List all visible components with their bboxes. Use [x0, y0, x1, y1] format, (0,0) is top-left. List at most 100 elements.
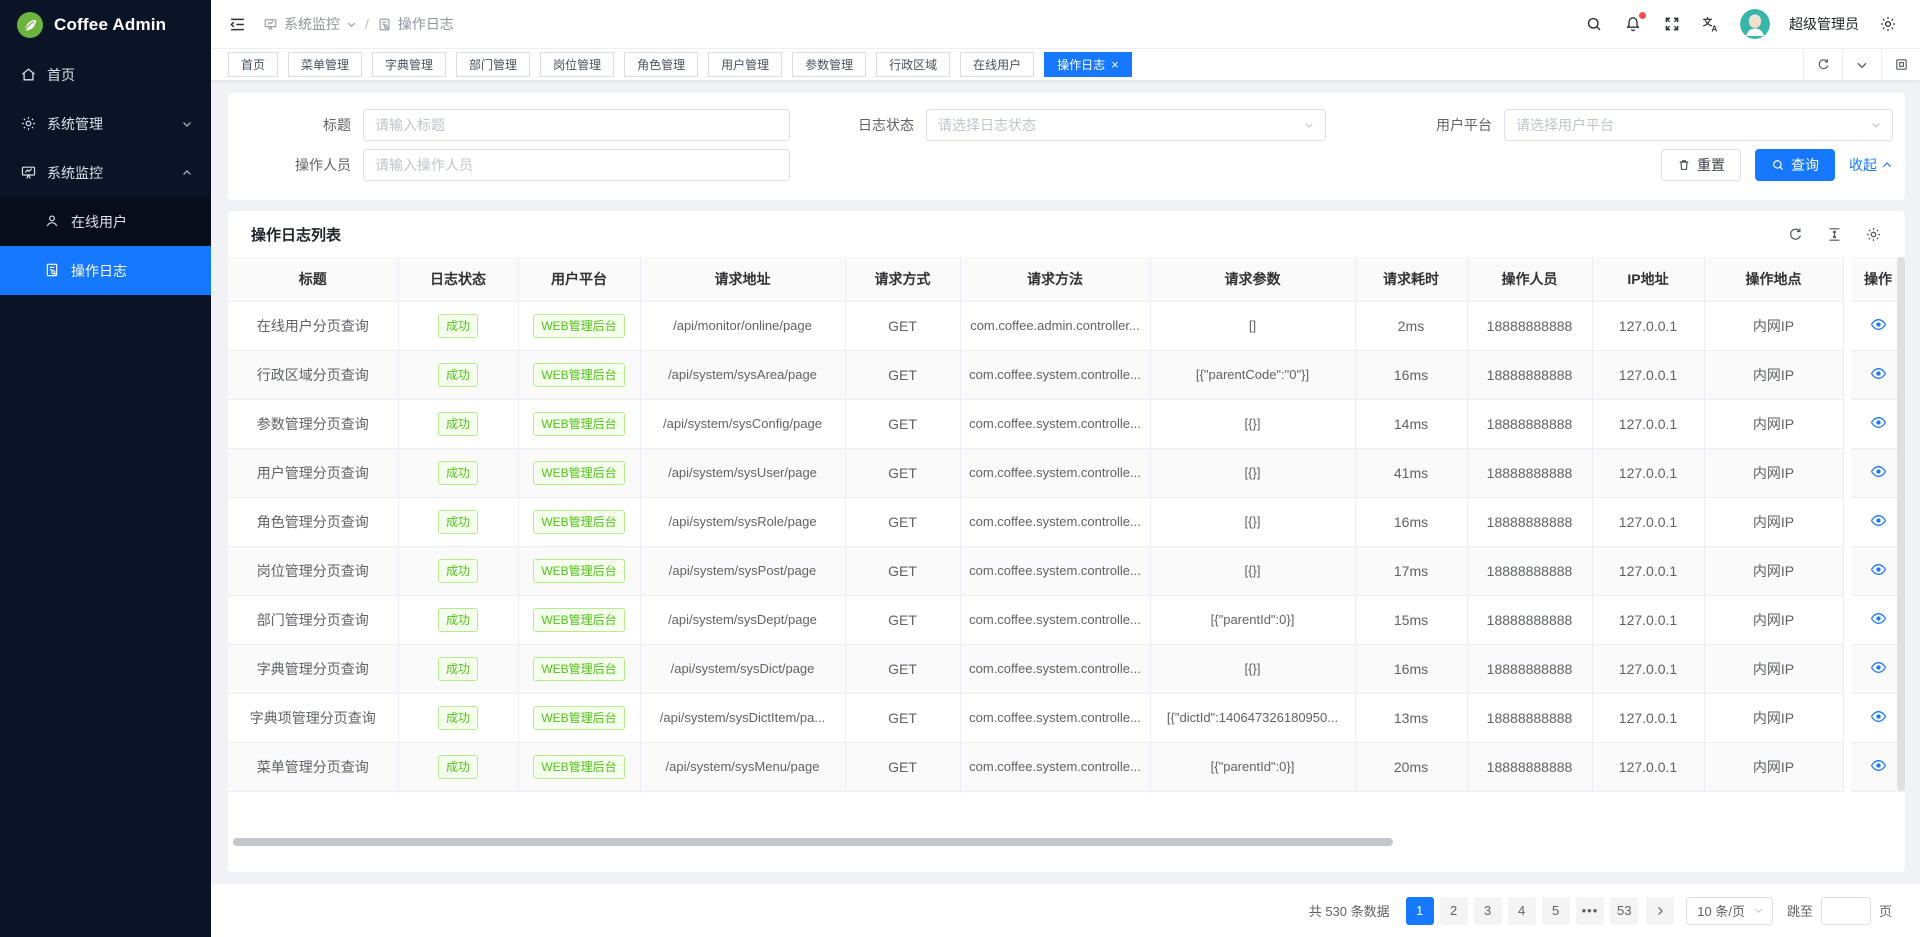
- tab-close-icon[interactable]: ×: [1111, 58, 1119, 71]
- cell-method: com.coffee.system.controlle...: [960, 595, 1150, 644]
- horizontal-scrollbar-thumb[interactable]: [233, 838, 1393, 846]
- view-icon[interactable]: [1870, 316, 1887, 333]
- tab-item[interactable]: 字典管理: [372, 52, 446, 77]
- cell-method: com.coffee.admin.controller...: [960, 301, 1150, 350]
- translate-icon[interactable]: 文A: [1701, 14, 1721, 34]
- page-button[interactable]: 5: [1542, 897, 1570, 925]
- tab-bar-tabs: 首页菜单管理字典管理部门管理岗位管理角色管理用户管理参数管理行政区域在线用户操作…: [228, 49, 1803, 80]
- page-button[interactable]: 2: [1440, 897, 1468, 925]
- breadcrumb: 系统监控 / 操作日志: [263, 14, 454, 34]
- tab-item[interactable]: 用户管理: [708, 52, 782, 77]
- cell-ip: 127.0.0.1: [1592, 644, 1704, 693]
- view-icon[interactable]: [1870, 708, 1887, 725]
- next-page-button[interactable]: [1646, 897, 1674, 925]
- user-name[interactable]: 超级管理员: [1789, 14, 1859, 34]
- tab-item[interactable]: 首页: [228, 52, 278, 77]
- cell-title: 行政区域分页查询: [228, 350, 398, 399]
- cell-status: 成功: [398, 742, 518, 791]
- page-button[interactable]: 1: [1406, 897, 1434, 925]
- tab-item[interactable]: 行政区域: [876, 52, 950, 77]
- tab-item[interactable]: 参数管理: [792, 52, 866, 77]
- tab-item[interactable]: 操作日志×: [1044, 52, 1132, 77]
- gear-icon[interactable]: [1878, 14, 1898, 34]
- search-icon: [1771, 158, 1785, 172]
- refresh-icon[interactable]: [1803, 49, 1842, 80]
- svg-text:A: A: [1711, 24, 1717, 33]
- cell-location: 内网IP: [1704, 399, 1843, 448]
- search-form-card: 标题 日志状态 请选择日志状态 用户平台 请选择用户平台: [228, 93, 1905, 200]
- collapse-filters-link[interactable]: 收起: [1849, 155, 1893, 175]
- cell-duration: 16ms: [1355, 644, 1467, 693]
- row-height-icon[interactable]: [1824, 224, 1844, 244]
- cell-params: [{"parentCode":"0"}]: [1150, 350, 1355, 399]
- avatar[interactable]: [1740, 9, 1770, 39]
- sidebar-item-label: 系统监控: [47, 163, 103, 183]
- cell-url: /api/system/sysDictItem/pa...: [640, 693, 845, 742]
- collapse-sidebar-icon[interactable]: [227, 14, 247, 34]
- breadcrumb-item-monitor[interactable]: 系统监控: [263, 14, 357, 34]
- notification-bell-icon[interactable]: [1623, 14, 1643, 34]
- query-button[interactable]: 查询: [1755, 149, 1835, 181]
- operator-input[interactable]: [363, 149, 790, 181]
- log-status-label: 日志状态: [790, 115, 926, 135]
- view-icon[interactable]: [1870, 659, 1887, 676]
- sidebar-item-system-monitor[interactable]: 系统监控: [0, 148, 211, 197]
- maximize-icon[interactable]: [1881, 49, 1920, 80]
- sidebar-item-home[interactable]: 首页: [0, 50, 211, 99]
- view-icon[interactable]: [1870, 365, 1887, 382]
- chevron-down-icon[interactable]: [1842, 49, 1881, 80]
- sidebar-item-system-management[interactable]: 系统管理: [0, 99, 211, 148]
- tab-item[interactable]: 在线用户: [960, 52, 1034, 77]
- search-icon[interactable]: [1584, 14, 1604, 34]
- view-icon[interactable]: [1870, 757, 1887, 774]
- user-platform-select[interactable]: 请选择用户平台: [1504, 109, 1893, 141]
- notification-badge: [1639, 12, 1646, 19]
- status-tag: 成功: [438, 755, 478, 779]
- log-status-select[interactable]: 请选择日志状态: [926, 109, 1326, 141]
- view-icon[interactable]: [1870, 463, 1887, 480]
- cell-http_method: GET: [845, 448, 960, 497]
- view-icon[interactable]: [1870, 561, 1887, 578]
- status-tag: 成功: [438, 510, 478, 534]
- page-button[interactable]: 3: [1474, 897, 1502, 925]
- cell-operator: 18888888888: [1467, 497, 1592, 546]
- table-row: 角色管理分页查询成功WEB管理后台/api/system/sysRole/pag…: [228, 497, 1905, 546]
- log-icon: [377, 17, 392, 32]
- gear-icon[interactable]: [1863, 224, 1883, 244]
- cell-url: /api/system/sysArea/page: [640, 350, 845, 399]
- cell-url: /api/system/sysConfig/page: [640, 399, 845, 448]
- page-button[interactable]: 4: [1508, 897, 1536, 925]
- tab-item[interactable]: 部门管理: [456, 52, 530, 77]
- reset-button[interactable]: 重置: [1661, 149, 1741, 181]
- tab-item[interactable]: 岗位管理: [540, 52, 614, 77]
- cell-params: [{}]: [1150, 448, 1355, 497]
- title-input[interactable]: [363, 109, 790, 141]
- cell-location: 内网IP: [1704, 448, 1843, 497]
- cell-duration: 14ms: [1355, 399, 1467, 448]
- cell-title: 部门管理分页查询: [228, 595, 398, 644]
- page-button[interactable]: 53: [1610, 897, 1638, 925]
- table-row: 行政区域分页查询成功WEB管理后台/api/system/sysArea/pag…: [228, 350, 1905, 399]
- tab-item[interactable]: 菜单管理: [288, 52, 362, 77]
- view-icon[interactable]: [1870, 512, 1887, 529]
- cell-status: 成功: [398, 546, 518, 595]
- view-icon[interactable]: [1870, 610, 1887, 627]
- sidebar-submenu: 在线用户 操作日志: [0, 197, 211, 295]
- sidebar: Coffee Admin 首页 系统管理: [0, 0, 211, 937]
- refresh-icon[interactable]: [1785, 224, 1805, 244]
- fullscreen-icon[interactable]: [1662, 14, 1682, 34]
- jump-page-input[interactable]: [1821, 897, 1871, 925]
- page-size-select[interactable]: 10 条/页: [1686, 897, 1773, 925]
- pager-ellipsis[interactable]: •••: [1576, 897, 1605, 925]
- sidebar-item-online-users[interactable]: 在线用户: [0, 197, 211, 246]
- sidebar-item-label: 系统管理: [47, 114, 103, 134]
- cell-title: 角色管理分页查询: [228, 497, 398, 546]
- cell-http_method: GET: [845, 497, 960, 546]
- cell-method: com.coffee.system.controlle...: [960, 399, 1150, 448]
- chevron-right-icon: [1654, 905, 1666, 917]
- vertical-scrollbar-thumb[interactable]: [1897, 257, 1905, 791]
- cell-method: com.coffee.system.controlle...: [960, 644, 1150, 693]
- tab-item[interactable]: 角色管理: [624, 52, 698, 77]
- sidebar-item-operation-log[interactable]: 操作日志: [0, 246, 211, 295]
- view-icon[interactable]: [1870, 414, 1887, 431]
